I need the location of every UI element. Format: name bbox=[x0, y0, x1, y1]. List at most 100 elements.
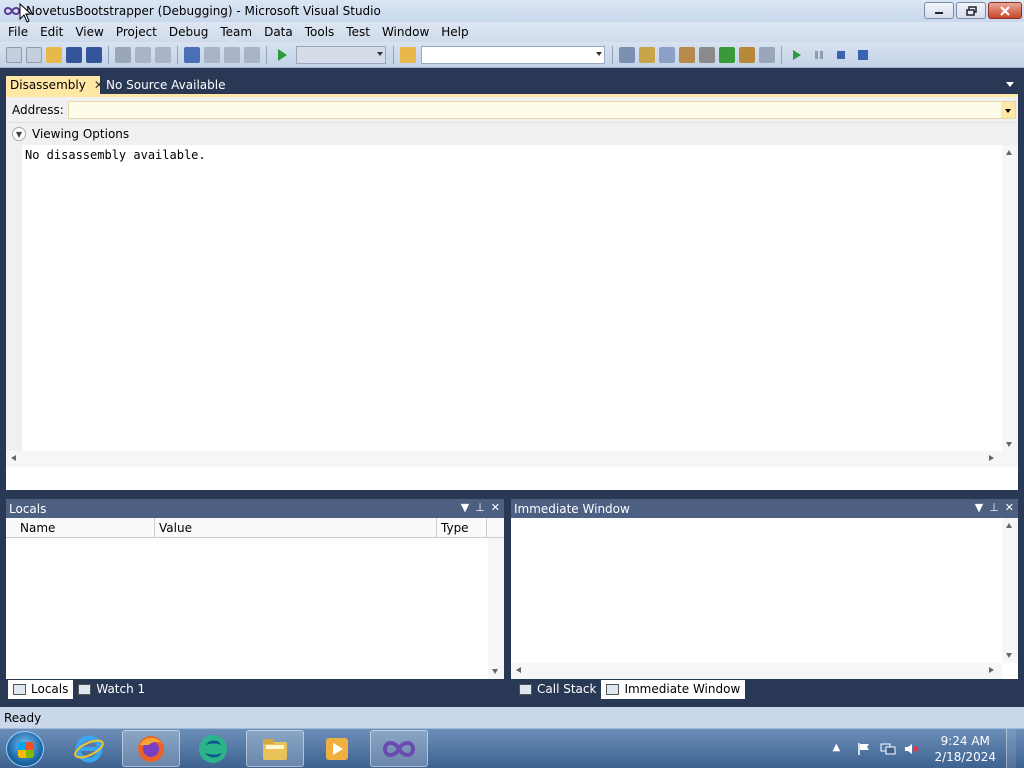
pin-icon[interactable]: ⊥ bbox=[989, 501, 999, 514]
minimize-button[interactable] bbox=[924, 2, 954, 19]
menu-debug[interactable]: Debug bbox=[163, 22, 214, 42]
navigate-forward-icon[interactable] bbox=[244, 46, 260, 63]
menu-view[interactable]: View bbox=[69, 22, 109, 42]
scroll-down-icon[interactable] bbox=[492, 669, 498, 674]
solution-configuration-dropdown[interactable] bbox=[296, 45, 386, 64]
open-file-icon[interactable] bbox=[46, 46, 62, 63]
find-in-files-icon[interactable] bbox=[400, 46, 416, 63]
address-dropdown-button[interactable] bbox=[1000, 101, 1015, 118]
network-icon[interactable] bbox=[880, 742, 896, 756]
clock[interactable]: 9:24 AM 2/18/2024 bbox=[934, 733, 996, 765]
immediate-vertical-scrollbar[interactable] bbox=[1002, 518, 1018, 663]
scroll-up-icon[interactable] bbox=[1006, 150, 1012, 155]
tab-label: Watch 1 bbox=[96, 682, 146, 696]
new-project-icon[interactable] bbox=[6, 46, 22, 63]
toolbar-separator bbox=[266, 45, 267, 64]
tab-label: Immediate Window bbox=[624, 682, 741, 696]
properties-window-icon[interactable] bbox=[639, 46, 655, 63]
solution-explorer-icon[interactable] bbox=[619, 46, 635, 63]
taskbar-firefox[interactable] bbox=[122, 730, 180, 767]
scroll-right-icon[interactable] bbox=[989, 455, 994, 461]
taskbar-file-explorer[interactable] bbox=[246, 730, 304, 767]
scroll-left-icon[interactable] bbox=[11, 455, 16, 461]
save-icon[interactable] bbox=[66, 46, 82, 63]
immediate-horizontal-scrollbar[interactable] bbox=[511, 663, 1002, 679]
scroll-down-icon[interactable] bbox=[1006, 653, 1012, 658]
show-desktop-button[interactable] bbox=[1006, 729, 1016, 768]
taskbar-app[interactable] bbox=[184, 730, 242, 767]
column-type[interactable]: Type bbox=[437, 518, 487, 537]
address-label: Address: bbox=[12, 102, 64, 117]
immediate-body[interactable] bbox=[511, 518, 1018, 679]
scroll-left-icon[interactable] bbox=[516, 667, 521, 673]
continue-icon[interactable] bbox=[789, 47, 805, 63]
restart-icon[interactable] bbox=[855, 47, 871, 63]
menu-project[interactable]: Project bbox=[110, 22, 163, 42]
close-icon[interactable]: ✕ bbox=[491, 501, 500, 514]
right-tool-tabs: Call Stack Immediate Window bbox=[514, 679, 746, 699]
tab-disassembly[interactable]: Disassembly ✕ bbox=[6, 76, 104, 94]
save-all-icon[interactable] bbox=[86, 46, 102, 63]
tab-watch-1[interactable]: Watch 1 bbox=[73, 680, 150, 699]
window-position-icon[interactable]: ▼ bbox=[975, 501, 983, 514]
break-all-icon[interactable] bbox=[811, 47, 827, 63]
menu-window[interactable]: Window bbox=[376, 22, 435, 42]
toolbox-icon[interactable] bbox=[679, 46, 695, 63]
start-button[interactable] bbox=[6, 731, 44, 767]
immediate-icon bbox=[606, 683, 620, 695]
paste-icon[interactable] bbox=[155, 46, 171, 63]
tab-overflow-icon[interactable] bbox=[1006, 82, 1014, 87]
taskbar-visual-studio[interactable] bbox=[370, 730, 428, 767]
menu-file[interactable]: File bbox=[2, 22, 34, 42]
scroll-up-icon[interactable] bbox=[1006, 523, 1012, 528]
menu-edit[interactable]: Edit bbox=[34, 22, 69, 42]
cut-icon[interactable] bbox=[115, 46, 131, 63]
menu-help[interactable]: Help bbox=[435, 22, 474, 42]
command-window-icon[interactable] bbox=[759, 46, 775, 63]
team-explorer-icon[interactable] bbox=[739, 46, 755, 63]
taskbar-internet-explorer[interactable] bbox=[60, 730, 118, 767]
navigate-backward-icon[interactable] bbox=[224, 46, 240, 63]
tab-immediate-window[interactable]: Immediate Window bbox=[601, 679, 746, 699]
copy-icon[interactable] bbox=[135, 46, 151, 63]
column-value[interactable]: Value bbox=[155, 518, 437, 537]
stop-debugging-icon[interactable] bbox=[833, 47, 849, 63]
tools-icon[interactable] bbox=[699, 46, 715, 63]
close-icon[interactable]: ✕ bbox=[1005, 501, 1014, 514]
restore-button[interactable] bbox=[956, 2, 986, 19]
media-player-icon bbox=[326, 737, 348, 760]
taskbar-media-player[interactable] bbox=[308, 730, 366, 767]
menu-data[interactable]: Data bbox=[258, 22, 299, 42]
menu-tools[interactable]: Tools bbox=[299, 22, 341, 42]
tab-no-source-available[interactable]: No Source Available bbox=[102, 76, 229, 94]
add-item-icon[interactable] bbox=[26, 46, 42, 63]
action-center-flag-icon[interactable] bbox=[856, 742, 872, 756]
menu-test[interactable]: Test bbox=[340, 22, 376, 42]
immediate-window: Immediate Window ▼ ⊥ ✕ bbox=[511, 499, 1018, 679]
tab-call-stack[interactable]: Call Stack bbox=[514, 680, 601, 699]
column-name[interactable]: Name bbox=[6, 518, 155, 537]
find-combo[interactable] bbox=[421, 45, 605, 64]
close-icon bbox=[1000, 5, 1010, 16]
horizontal-scrollbar[interactable] bbox=[6, 451, 1002, 467]
close-button[interactable] bbox=[988, 2, 1022, 19]
tab-locals[interactable]: Locals bbox=[8, 679, 74, 699]
address-input[interactable] bbox=[67, 100, 1016, 119]
pin-icon[interactable]: ⊥ bbox=[475, 501, 485, 514]
extension-manager-icon[interactable] bbox=[719, 46, 735, 63]
locals-window: Locals ▼ ⊥ ✕ Name Value Type bbox=[6, 499, 504, 679]
scroll-right-icon[interactable] bbox=[989, 667, 994, 673]
locals-vertical-scrollbar[interactable] bbox=[488, 538, 504, 679]
redo-icon[interactable] bbox=[204, 46, 220, 63]
show-hidden-icons-icon[interactable]: ▲ bbox=[832, 742, 848, 756]
object-browser-icon[interactable] bbox=[659, 46, 675, 63]
disassembly-code-area[interactable]: No disassembly available. bbox=[6, 145, 1018, 467]
window-position-icon[interactable]: ▼ bbox=[461, 501, 469, 514]
volume-muted-icon[interactable] bbox=[904, 742, 920, 756]
menu-team[interactable]: Team bbox=[214, 22, 258, 42]
scroll-down-icon[interactable] bbox=[1006, 442, 1012, 447]
viewing-options-toggle[interactable]: ▼ Viewing Options bbox=[6, 123, 1018, 145]
start-debugging-icon[interactable] bbox=[274, 47, 290, 63]
undo-icon[interactable] bbox=[184, 46, 200, 63]
vertical-scrollbar[interactable] bbox=[1002, 145, 1018, 467]
